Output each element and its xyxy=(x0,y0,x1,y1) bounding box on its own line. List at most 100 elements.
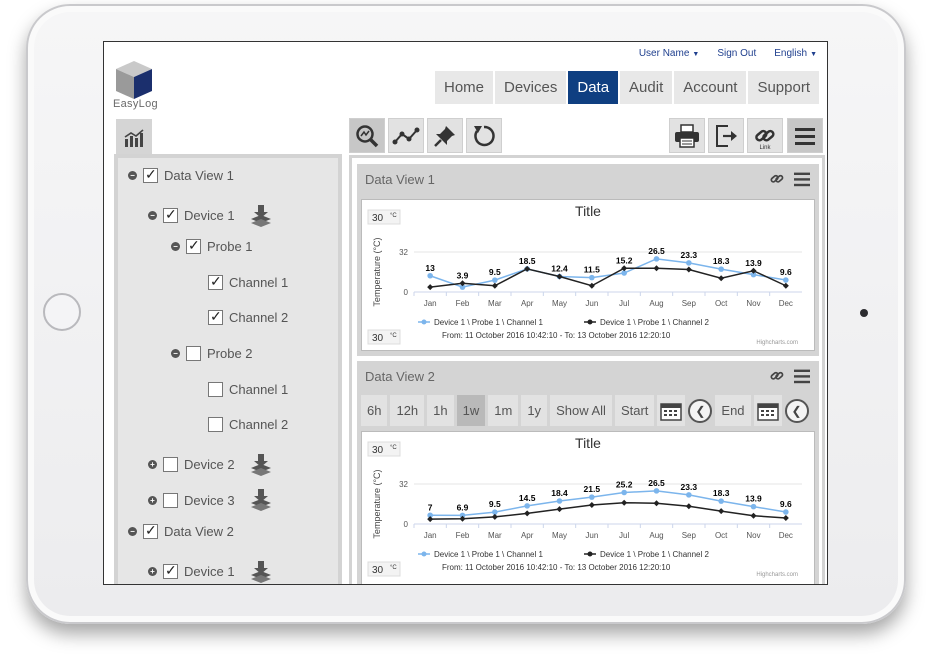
layers-download-icon[interactable] xyxy=(249,560,273,584)
nav-tab-support[interactable]: Support xyxy=(748,71,819,104)
tree-checkbox[interactable] xyxy=(208,308,223,326)
nav-tab-data[interactable]: Data xyxy=(568,71,619,104)
range-end-calendar-button[interactable] xyxy=(753,395,782,426)
main-nav: Home Devices Data Audit Account Support xyxy=(434,71,819,104)
tree-item-label: Channel 2 xyxy=(229,310,289,326)
range-start-prev-button[interactable]: ❮ xyxy=(688,399,713,423)
tree-checkbox[interactable] xyxy=(208,273,223,290)
tree-item[interactable]: − Data View 1 xyxy=(128,166,234,183)
user-menu[interactable]: User Name xyxy=(639,48,700,59)
series-1-point xyxy=(783,277,789,283)
range-end-prev-button[interactable]: ❮ xyxy=(784,399,809,423)
layers-download-icon[interactable] xyxy=(249,204,273,228)
range-button-1h[interactable]: 1h xyxy=(427,395,454,426)
data-label: 18.5 xyxy=(519,256,536,266)
tree-checkbox[interactable] xyxy=(163,562,178,580)
data-label: 18.4 xyxy=(551,488,568,498)
line-chart-icon xyxy=(392,127,420,144)
nav-tab-home[interactable]: Home xyxy=(434,71,493,104)
refresh-button[interactable] xyxy=(466,118,502,153)
tree-item[interactable]: + Device 3 xyxy=(148,488,273,512)
pin-button[interactable] xyxy=(427,118,463,153)
collapse-icon[interactable]: − xyxy=(171,242,180,252)
nav-tab-devices[interactable]: Devices xyxy=(495,71,567,104)
printer-icon xyxy=(675,123,699,148)
range-button-1m[interactable]: 1m xyxy=(488,395,519,426)
collapse-icon[interactable]: − xyxy=(148,211,157,221)
menu-button[interactable] xyxy=(787,118,823,153)
tree-checkbox[interactable] xyxy=(163,206,178,224)
x-tick-label: Jun xyxy=(585,531,598,540)
y-tick-label: 0 xyxy=(404,520,409,529)
collapse-icon[interactable]: − xyxy=(128,527,137,536)
tree-view-tab[interactable] xyxy=(116,119,152,157)
data-label: 23.3 xyxy=(681,250,698,260)
tree-item[interactable]: − Probe 1 xyxy=(171,237,253,255)
tree-item[interactable]: + Device 1 xyxy=(148,560,273,584)
collapse-icon[interactable]: − xyxy=(128,171,137,180)
export-button[interactable] xyxy=(708,118,744,153)
tree-item[interactable]: − Probe 2 xyxy=(171,346,253,361)
range-input-unit: °C xyxy=(390,333,397,339)
series-2-point xyxy=(556,506,563,513)
series-2-point xyxy=(491,282,498,289)
tree-item[interactable]: Channel 2 xyxy=(208,308,289,326)
line-chart-button[interactable] xyxy=(388,118,424,153)
range-start-label[interactable]: Start xyxy=(614,395,655,426)
nav-tab-account[interactable]: Account xyxy=(674,71,747,104)
sign-out-link[interactable]: Sign Out xyxy=(717,48,756,59)
link-icon[interactable] xyxy=(769,368,785,384)
highcharts-credits: Highcharts.com xyxy=(756,572,798,578)
series-2-point xyxy=(782,282,789,289)
tree-checkbox[interactable] xyxy=(163,457,178,473)
app-screen: EasyLog User Name Sign Out English HomeD… xyxy=(103,41,828,585)
range-start-calendar-button[interactable] xyxy=(657,395,686,426)
data-label: 18.3 xyxy=(713,488,730,498)
series-2-point xyxy=(588,502,595,508)
tree-item[interactable]: + Device 2 xyxy=(148,453,273,477)
legend-item: Device 1 \ Probe 1 \ Channel 1 xyxy=(434,318,544,327)
link-button[interactable]: Link xyxy=(747,118,783,153)
tree-checkbox[interactable] xyxy=(143,522,158,539)
tree-checkbox[interactable] xyxy=(208,417,223,433)
tree-item[interactable]: Channel 1 xyxy=(208,273,288,290)
chevron-left-icon: ❮ xyxy=(791,404,802,418)
tree-item[interactable]: − Device 1 xyxy=(148,204,273,228)
tree-checkbox[interactable] xyxy=(143,166,158,183)
expand-icon[interactable]: + xyxy=(148,460,157,470)
tree-item[interactable]: − Data View 2 xyxy=(128,522,234,539)
x-tick-label: Jan xyxy=(424,299,437,308)
tree-checkbox[interactable] xyxy=(186,237,201,255)
range-end-label[interactable]: End xyxy=(715,395,751,426)
tree-item-label: Channel 2 xyxy=(229,417,289,433)
panel-menu-icon[interactable] xyxy=(793,368,811,384)
range-button-show-all[interactable]: Show All xyxy=(550,395,612,426)
tree-checkbox[interactable] xyxy=(186,346,201,361)
collapse-icon[interactable]: − xyxy=(171,349,180,358)
range-input-value: 30 xyxy=(372,445,384,456)
layers-download-icon[interactable] xyxy=(249,488,273,512)
panel-menu-icon[interactable] xyxy=(793,171,811,187)
language-select[interactable]: English xyxy=(774,48,817,59)
range-button-1w[interactable]: 1w xyxy=(456,395,486,426)
expand-icon[interactable]: + xyxy=(148,495,157,505)
nav-tab-audit[interactable]: Audit xyxy=(620,71,673,104)
tree-checkbox[interactable] xyxy=(163,492,178,508)
x-tick-label: May xyxy=(552,531,567,540)
range-button-12h[interactable]: 12h xyxy=(390,395,425,426)
tree-item-label: Channel 1 xyxy=(229,381,289,397)
range-button-1y[interactable]: 1y xyxy=(521,395,548,426)
tree-item[interactable]: Channel 2 xyxy=(208,417,289,433)
tree-checkbox[interactable] xyxy=(208,381,223,397)
data-label: 9.5 xyxy=(489,499,501,509)
link-icon[interactable] xyxy=(769,171,785,187)
zoom-button[interactable] xyxy=(349,118,385,153)
layers-download-icon[interactable] xyxy=(249,453,273,477)
print-button[interactable] xyxy=(669,118,705,153)
data-label: 14.5 xyxy=(519,493,536,503)
tree-item[interactable]: Channel 1 xyxy=(208,381,289,397)
series-1-point xyxy=(524,503,530,509)
legend-swatch-marker xyxy=(587,551,593,557)
range-button-6h[interactable]: 6h xyxy=(361,395,388,426)
expand-icon[interactable]: + xyxy=(148,567,157,577)
